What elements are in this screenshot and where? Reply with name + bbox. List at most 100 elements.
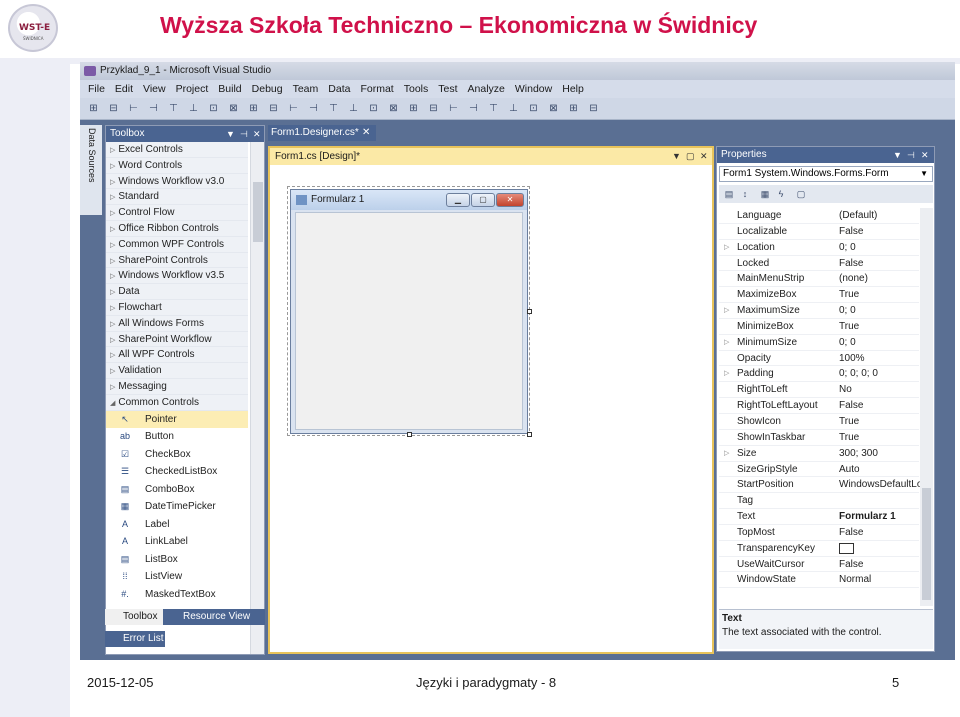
property-grid-scrollbar[interactable] bbox=[920, 208, 933, 606]
layout-toolbar-icon[interactable]: ⊥ bbox=[348, 103, 359, 114]
toolbox-category[interactable]: ▷ Excel Controls bbox=[106, 142, 248, 158]
error-list-tab[interactable]: Error List bbox=[105, 631, 165, 647]
layout-toolbar-icon[interactable]: ⊡ bbox=[368, 103, 379, 114]
property-row[interactable]: RightToLeft No bbox=[719, 382, 919, 399]
property-row[interactable]: ShowIcon True bbox=[719, 414, 919, 430]
toolbox-scrollbar[interactable] bbox=[250, 142, 264, 654]
property-value[interactable]: False bbox=[839, 557, 863, 573]
layout-toolbar-icon[interactable]: ⊤ bbox=[328, 103, 339, 114]
toolbox-category[interactable]: ▷ All Windows Forms bbox=[106, 315, 248, 332]
restore-icon[interactable]: ▢ bbox=[686, 148, 695, 165]
property-value[interactable]: False bbox=[839, 525, 863, 541]
property-row[interactable]: ▷ MaximumSize 0; 0 bbox=[719, 303, 919, 319]
toolbox-category[interactable]: ▷ Flowchart bbox=[106, 299, 248, 316]
property-pages-icon[interactable]: ▢ bbox=[795, 188, 807, 200]
property-row[interactable]: ShowInTaskbar True bbox=[719, 430, 919, 446]
categorized-icon[interactable]: ▤ bbox=[723, 188, 735, 200]
layout-toolbar-icon[interactable]: ⊠ bbox=[228, 103, 239, 114]
toolbox-item[interactable]: ☑ CheckBox bbox=[106, 446, 248, 464]
property-row[interactable]: Opacity 100% bbox=[719, 351, 919, 367]
property-row[interactable]: MainMenuStrip (none) bbox=[719, 271, 919, 288]
menu-edit[interactable]: Edit bbox=[115, 80, 133, 98]
layout-toolbar-icon[interactable]: ⊡ bbox=[208, 103, 219, 114]
toolbox-category[interactable]: ▷ Data bbox=[106, 284, 248, 300]
property-row[interactable]: Text Formularz 1 bbox=[719, 509, 919, 525]
layout-toolbar-icon[interactable]: ⊢ bbox=[448, 103, 459, 114]
property-row[interactable]: StartPosition WindowsDefaultLo bbox=[719, 477, 922, 494]
toolbox-category[interactable]: ▷ All WPF Controls bbox=[106, 347, 248, 364]
menu-help[interactable]: Help bbox=[562, 80, 584, 98]
property-value[interactable]: Normal bbox=[839, 572, 871, 588]
design-surface-selection[interactable]: Formularz 1 ▁ ▢ ✕ bbox=[287, 186, 532, 437]
layout-toolbar-icon[interactable]: ⊥ bbox=[188, 103, 199, 114]
layout-toolbar-icon[interactable]: ⊞ bbox=[408, 103, 419, 114]
property-value[interactable]: 0; 0 bbox=[839, 335, 856, 351]
close-icon[interactable]: ✕ bbox=[700, 148, 708, 165]
property-row[interactable]: WindowState Normal bbox=[719, 572, 919, 589]
layout-toolbar-icon[interactable]: ⊞ bbox=[248, 103, 259, 114]
property-row[interactable]: TopMost False bbox=[719, 525, 919, 541]
property-value[interactable]: 0; 0 bbox=[839, 240, 856, 256]
property-value[interactable]: Formularz 1 bbox=[839, 509, 896, 525]
toolbox-category[interactable]: ▷ Control Flow bbox=[106, 205, 248, 221]
resize-handle-right[interactable] bbox=[527, 309, 532, 314]
toolbox-category[interactable]: ▷ SharePoint Workflow bbox=[106, 331, 248, 348]
property-row[interactable]: Tag bbox=[719, 493, 919, 510]
toolbox-category[interactable]: ▷ Common WPF Controls bbox=[106, 236, 248, 253]
toolbox-category[interactable]: ▷ Windows Workflow v3.0 bbox=[106, 173, 248, 190]
toolbox-item[interactable]: ▤ ListBox bbox=[106, 551, 248, 569]
property-value[interactable]: (Default) bbox=[839, 208, 877, 224]
property-value[interactable]: True bbox=[839, 430, 859, 446]
color-swatch[interactable] bbox=[839, 542, 854, 554]
toolbox-category[interactable]: ▷ SharePoint Controls bbox=[106, 252, 248, 269]
property-value[interactable]: No bbox=[839, 382, 852, 398]
tab-resource-view[interactable]: Resource View bbox=[165, 609, 265, 625]
menu-team[interactable]: Team bbox=[293, 80, 319, 98]
toolbox-item[interactable]: ↖ Pointer bbox=[106, 410, 248, 429]
resize-handle-corner[interactable] bbox=[527, 432, 532, 437]
toolbox-item[interactable]: ⁞⁞ ListView bbox=[106, 568, 248, 586]
property-row[interactable]: RightToLeftLayout False bbox=[719, 398, 919, 414]
layout-toolbar-icon[interactable]: ⊢ bbox=[288, 103, 299, 114]
layout-toolbar-icon[interactable]: ⊟ bbox=[268, 103, 279, 114]
property-row[interactable]: Localizable False bbox=[719, 224, 919, 240]
menu-analyze[interactable]: Analyze bbox=[468, 80, 505, 98]
menu-build[interactable]: Build bbox=[218, 80, 241, 98]
toolbox-category[interactable]: ◢ Common Controls bbox=[106, 394, 248, 411]
layout-toolbar-icon[interactable]: ⊟ bbox=[108, 103, 119, 114]
toolbox-item[interactable]: A Label bbox=[106, 516, 248, 534]
toolbox-category[interactable]: ▷ Standard bbox=[106, 189, 248, 206]
property-value[interactable]: 0; 0; 0; 0 bbox=[839, 366, 878, 382]
property-row[interactable]: ▷ MinimumSize 0; 0 bbox=[719, 335, 919, 351]
property-value[interactable]: WindowsDefaultLo bbox=[839, 477, 922, 493]
toolbox-scroll-thumb[interactable] bbox=[253, 182, 263, 242]
menu-format[interactable]: Format bbox=[360, 80, 393, 98]
property-value[interactable]: (none) bbox=[839, 271, 868, 287]
resize-handle-bottom[interactable] bbox=[407, 432, 412, 437]
expand-arrow-icon[interactable]: ▷ bbox=[724, 446, 729, 462]
events-icon[interactable]: ϟ bbox=[775, 188, 787, 200]
property-row[interactable]: Language (Default) bbox=[719, 208, 919, 224]
property-value[interactable]: True bbox=[839, 414, 859, 430]
toolbox-item[interactable]: #. MaskedTextBox bbox=[106, 586, 248, 604]
tab-toolbox[interactable]: Toolbox bbox=[105, 609, 163, 625]
close-icon[interactable]: ✕ bbox=[253, 126, 261, 142]
layout-toolbar-icon[interactable]: ⊣ bbox=[148, 103, 159, 114]
menu-debug[interactable]: Debug bbox=[252, 80, 283, 98]
toolbox-item[interactable]: A LinkLabel bbox=[106, 533, 248, 551]
menu-test[interactable]: Test bbox=[438, 80, 457, 98]
properties-icon[interactable]: ▦ bbox=[759, 188, 771, 200]
layout-toolbar-icon[interactable]: ⊣ bbox=[468, 103, 479, 114]
menu-project[interactable]: Project bbox=[176, 80, 209, 98]
toolbox-item[interactable]: ab Button bbox=[106, 428, 248, 446]
menu-file[interactable]: File bbox=[88, 80, 105, 98]
property-value[interactable]: True bbox=[839, 287, 859, 303]
menu-data[interactable]: Data bbox=[328, 80, 350, 98]
toolbox-item[interactable]: ▤ ComboBox bbox=[106, 481, 248, 499]
expand-arrow-icon[interactable]: ▷ bbox=[724, 366, 729, 382]
layout-toolbar-icon[interactable]: ⊤ bbox=[488, 103, 499, 114]
layout-toolbar-icon[interactable]: ⊟ bbox=[428, 103, 439, 114]
expand-arrow-icon[interactable]: ▷ bbox=[724, 335, 729, 351]
toolbox-item[interactable]: ▦ DateTimePicker bbox=[106, 498, 248, 516]
property-value[interactable]: Auto bbox=[839, 462, 860, 478]
